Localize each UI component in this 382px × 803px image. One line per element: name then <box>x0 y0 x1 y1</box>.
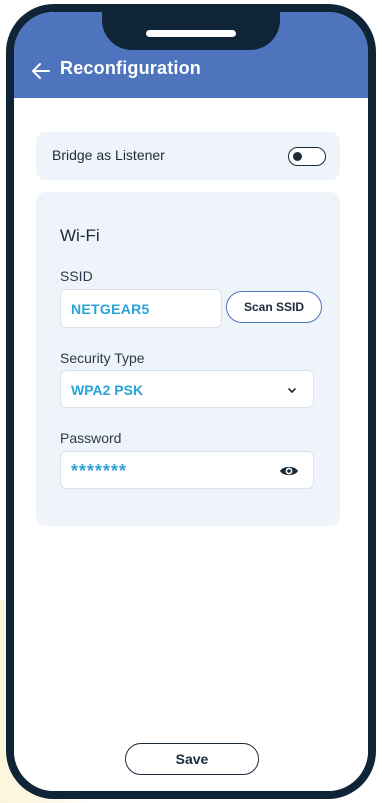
ssid-label: SSID <box>60 268 93 284</box>
phone-frame: Reconfiguration Bridge as Listener Wi-Fi… <box>6 4 376 799</box>
security-type-select[interactable]: WPA2 PSK <box>60 370 314 408</box>
wifi-section-title: Wi-Fi <box>60 226 100 245</box>
bridge-listener-label: Bridge as Listener <box>52 147 165 163</box>
security-type-value: WPA2 PSK <box>71 382 144 398</box>
page-title: Reconfiguration <box>60 58 201 78</box>
phone-screen: Reconfiguration Bridge as Listener Wi-Fi… <box>14 12 368 791</box>
bridge-listener-toggle[interactable] <box>288 147 326 166</box>
wifi-card: Wi-Fi SSID Scan SSID Security Type WPA2 … <box>36 192 340 526</box>
password-field[interactable]: ******* <box>60 451 314 489</box>
main-content: Bridge as Listener Wi-Fi SSID Scan SSID … <box>14 98 368 791</box>
security-type-label: Security Type <box>60 350 145 366</box>
password-value: ******* <box>71 461 128 481</box>
phone-notch <box>102 12 280 50</box>
chevron-down-icon <box>288 388 296 393</box>
toggle-knob <box>293 151 302 161</box>
scan-ssid-button[interactable]: Scan SSID <box>226 291 322 323</box>
speaker-grille <box>146 30 236 37</box>
eye-icon[interactable] <box>279 464 299 478</box>
bridge-listener-card: Bridge as Listener <box>36 132 340 180</box>
save-button[interactable]: Save <box>125 743 259 775</box>
password-label: Password <box>60 430 122 446</box>
page: Reconfiguration Bridge as Listener Wi-Fi… <box>0 0 382 803</box>
ssid-input[interactable] <box>60 289 222 328</box>
arrow-left-icon[interactable] <box>30 60 52 82</box>
app-header: Reconfiguration <box>14 12 368 98</box>
